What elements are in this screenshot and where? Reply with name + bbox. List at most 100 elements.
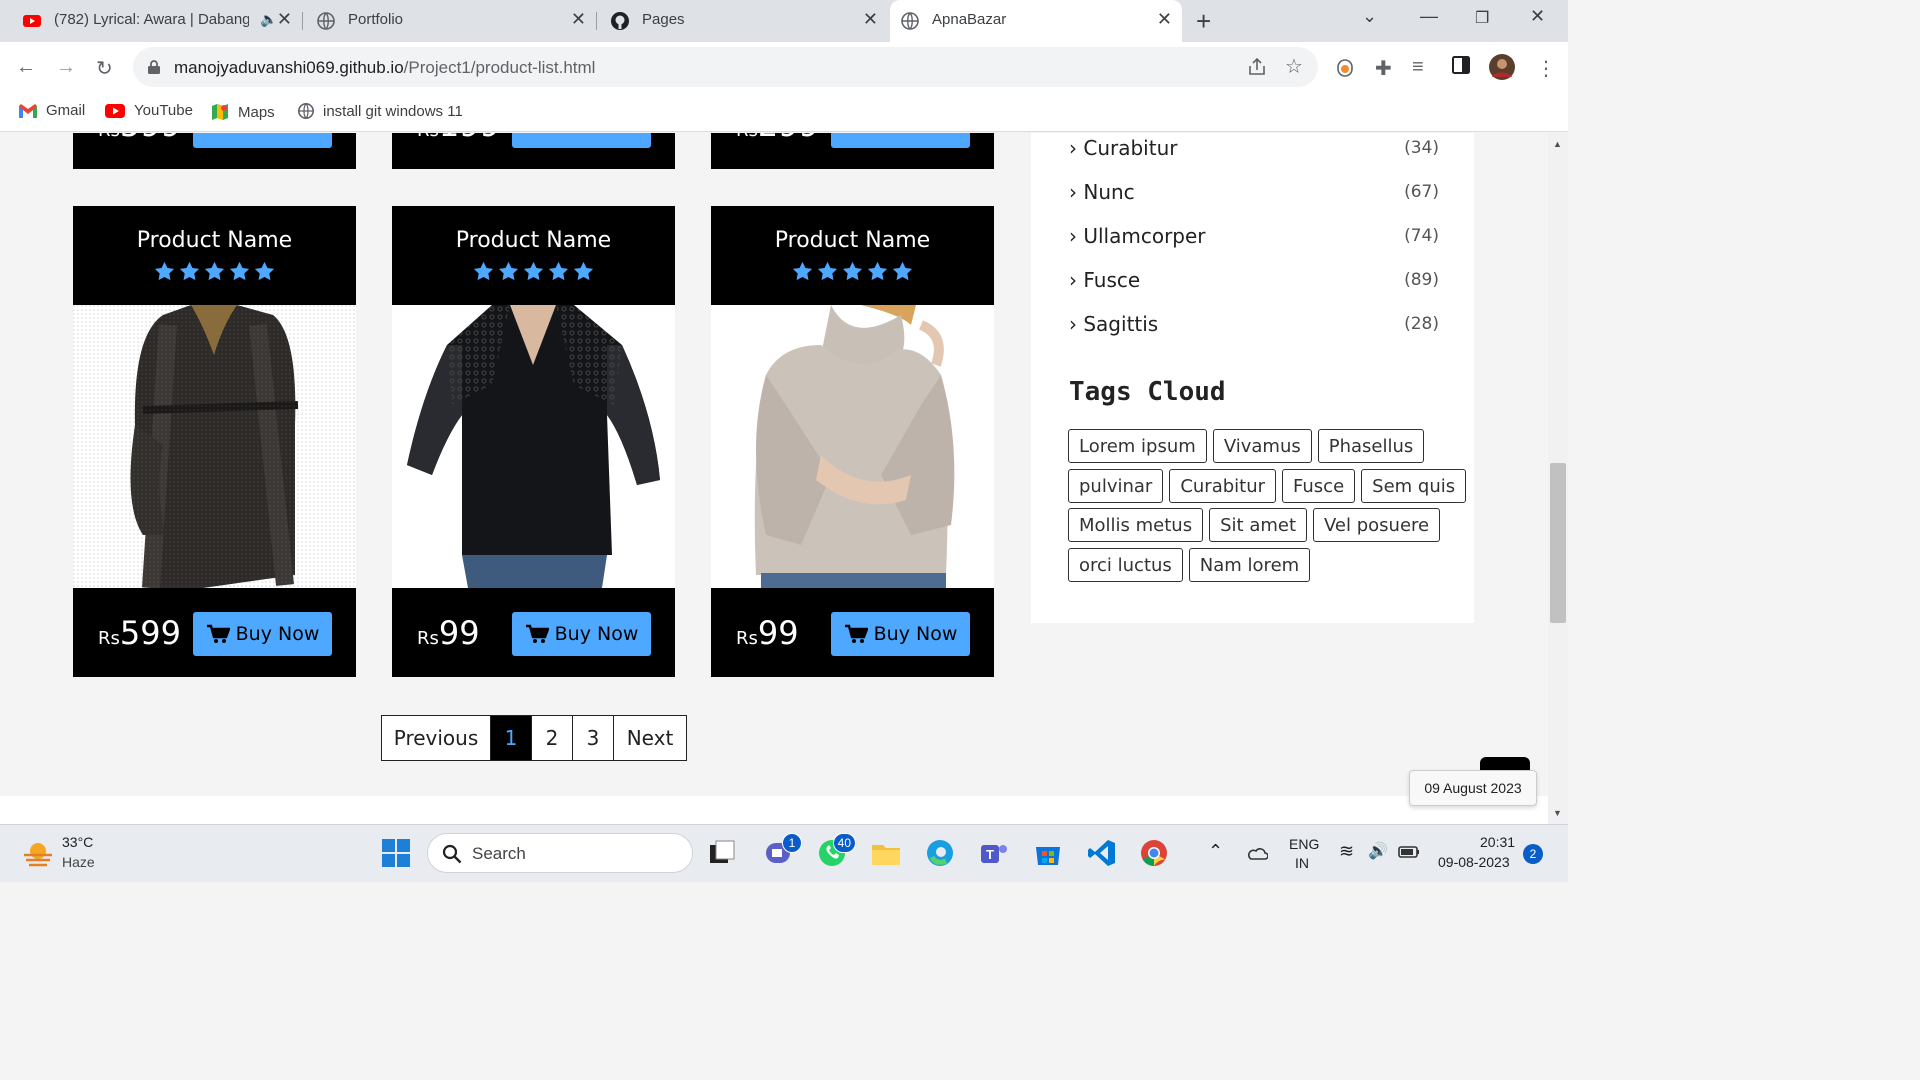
product-image[interactable] [392,305,675,588]
teams-meet-icon[interactable]: 1 [762,833,802,869]
file-explorer-icon[interactable] [870,837,902,869]
product-image[interactable] [73,305,356,588]
category-name: Sagittis [1083,312,1159,336]
side-panel-icon[interactable] [1452,56,1470,80]
pagination-page-3[interactable]: 3 [573,716,614,760]
tab-youtube[interactable]: (782) Lyrical: Awara | Dabang 🔈 ✕ [12,0,302,42]
tag[interactable]: Sit amet [1209,508,1308,542]
buy-now-button[interactable]: Buy Now [831,612,970,656]
whatsapp-icon[interactable]: 40 [816,833,856,869]
scroll-down-icon[interactable]: ▼ [1553,808,1562,818]
category-item[interactable]: › Curabitur (34) [1069,136,1439,166]
wifi-icon[interactable]: ≋ [1339,841,1354,862]
pagination-previous[interactable]: Previous [382,716,491,760]
close-tab-icon[interactable]: ✕ [863,9,878,30]
category-name: Curabitur [1083,136,1178,160]
reload-icon[interactable]: ↻ [96,56,113,81]
tag[interactable]: orci luctus [1068,548,1183,582]
close-window-icon[interactable]: ✕ [1530,6,1545,27]
battery-icon[interactable] [1398,845,1420,859]
forward-icon[interactable]: → [56,56,76,79]
puzzle-icon[interactable]: ✚ [1375,56,1392,81]
clock-time[interactable]: 20:31 [1480,834,1515,850]
new-tab-icon[interactable]: + [1196,6,1211,37]
tag[interactable]: Fusce [1282,469,1356,503]
buy-now-button[interactable] [193,133,332,148]
buy-now-button[interactable] [512,133,651,148]
onedrive-icon[interactable] [1246,845,1268,861]
close-tab-icon[interactable]: ✕ [277,9,292,30]
edge-icon[interactable] [924,837,956,869]
chevron-up-icon[interactable]: ⌃ [1208,841,1223,862]
close-tab-icon[interactable]: ✕ [1157,9,1172,30]
tab-pages[interactable]: Pages ✕ [600,0,888,42]
bookmark-label: YouTube [134,102,193,119]
bookmark-star-icon[interactable]: ☆ [1285,54,1303,79]
product-card: Product Name Rs599 Buy Now [73,206,356,677]
tag[interactable]: Mollis metus [1068,508,1204,542]
bookmark-youtube[interactable]: YouTube [104,102,193,119]
notification-badge[interactable]: 2 [1523,844,1543,864]
windows-taskbar: 33°C Haze Search 1 40 T ⌃ ENG IN ≋ 🔊 20:… [0,824,1568,882]
language-code[interactable]: ENG [1289,836,1319,852]
category-item[interactable]: › Nunc (67) [1069,180,1439,210]
buy-now-button[interactable]: Buy Now [193,612,332,656]
weather-widget[interactable] [22,839,54,872]
bookmark-gmail[interactable]: Gmail [18,102,85,119]
star-icon [254,261,275,281]
tab-apnabazar[interactable]: ApnaBazar ✕ [890,0,1182,42]
teams-icon[interactable]: T [978,837,1010,869]
maps-icon [212,104,228,120]
extension-icon[interactable] [1336,58,1354,84]
page-scrollbar[interactable]: ▲ ▼ [1548,133,1568,824]
tab-title: Portfolio [348,11,404,28]
category-item[interactable]: › Sagittis (28) [1069,312,1439,342]
windows-start-icon[interactable] [380,837,412,869]
chrome-icon[interactable] [1138,837,1172,869]
language-region[interactable]: IN [1295,855,1309,871]
back-icon[interactable]: ← [16,56,36,79]
tag[interactable]: Vel posuere [1313,508,1441,542]
star-icon [842,261,863,281]
minimize-icon[interactable]: — [1420,6,1438,27]
tag[interactable]: pulvinar [1068,469,1164,503]
pagination-page-1[interactable]: 1 [491,716,532,760]
date-tooltip: 09 August 2023 [1409,770,1537,806]
avatar[interactable] [1488,53,1516,87]
buy-now-button[interactable]: Buy Now [512,612,651,656]
scroll-up-icon[interactable]: ▲ [1553,139,1562,149]
speaker-icon[interactable]: 🔈 [260,11,277,28]
product-image[interactable] [711,305,994,588]
vscode-icon[interactable] [1086,837,1118,869]
tab-search-icon[interactable]: ⌄ [1362,6,1377,27]
taskbar-search[interactable]: Search [427,833,693,873]
scrollbar-thumb[interactable] [1550,463,1566,623]
pagination-next[interactable]: Next [614,716,686,760]
tag[interactable]: Lorem ipsum [1068,429,1207,463]
tag[interactable]: Vivamus [1212,429,1312,463]
tag[interactable]: Phasellus [1317,429,1425,463]
lock-icon[interactable] [147,59,161,75]
star-icon [154,261,175,281]
share-icon[interactable] [1247,58,1267,76]
tag[interactable]: Curabitur [1169,469,1277,503]
address-bar[interactable]: manojyaduvanshi069.github.io/Project1/pr… [133,47,1318,87]
star-icon [792,261,813,281]
volume-icon[interactable]: 🔊 [1368,841,1388,861]
tab-portfolio[interactable]: Portfolio ✕ [306,0,596,42]
category-item[interactable]: › Fusce (89) [1069,268,1439,298]
close-tab-icon[interactable]: ✕ [571,9,586,30]
tag[interactable]: Nam lorem [1188,548,1311,582]
microsoft-store-icon[interactable] [1032,837,1064,869]
buy-now-button[interactable] [831,133,970,148]
bookmark-maps[interactable]: Maps [210,102,275,122]
category-item[interactable]: › Ullamcorper (74) [1069,224,1439,254]
restore-icon[interactable]: ❐ [1475,8,1489,28]
clock-date[interactable]: 09-08-2023 [1438,854,1510,870]
pagination-page-2[interactable]: 2 [532,716,573,760]
media-control-icon[interactable]: ≡ [1412,56,1424,79]
bookmark-git[interactable]: install git windows 11 [297,102,463,120]
kebab-menu-icon[interactable]: ⋮ [1536,56,1556,81]
task-view-icon[interactable] [706,837,738,869]
tag[interactable]: Sem quis [1361,469,1467,503]
